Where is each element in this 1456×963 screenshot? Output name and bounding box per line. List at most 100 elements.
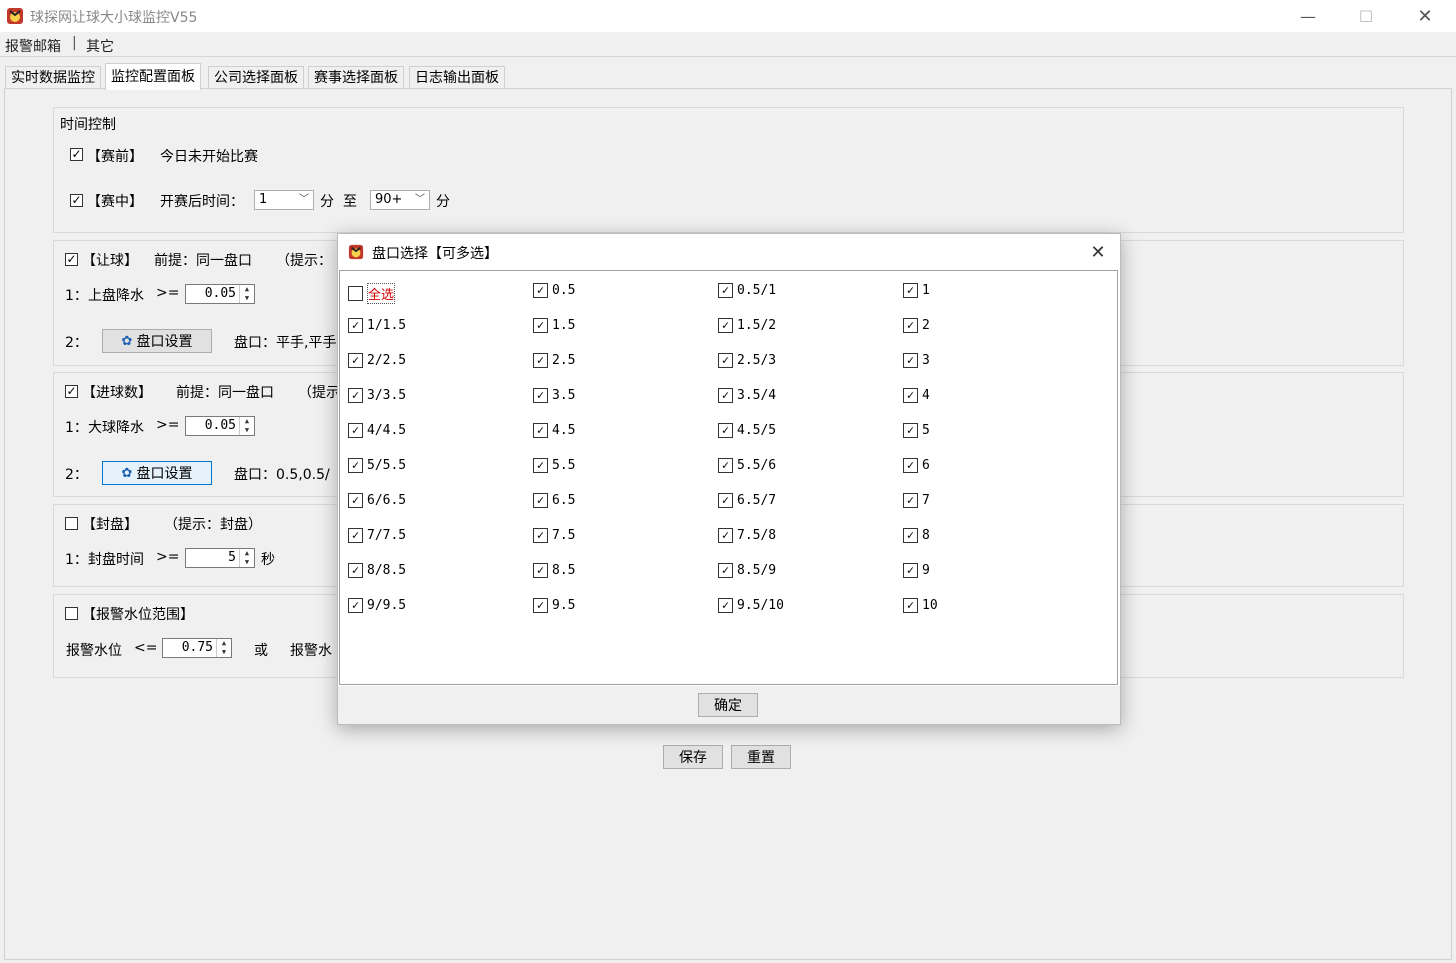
tab-realtime-monitor[interactable]: 实时数据监控 [5,66,101,89]
over-drop-stepper[interactable]: 0.05 ▲ ▼ [185,416,255,436]
odds-option[interactable]: ✓ 6 [903,458,930,473]
handicap-checkbox[interactable]: ✓ [65,253,78,266]
odds-option[interactable]: ✓ 1 [903,283,930,298]
select-all-option[interactable]: 全选 [348,283,396,304]
odds-option[interactable]: ✓ 1.5/2 [718,318,776,333]
option-checkbox[interactable]: ✓ [718,528,733,543]
tab-log-output[interactable]: 日志输出面板 [409,66,505,89]
spin-up-icon[interactable]: ▲ [217,639,231,648]
option-checkbox[interactable]: ✓ [903,423,918,438]
odds-option[interactable]: ✓ 5.5/6 [718,458,776,473]
odds-option[interactable]: ✓ 8/8.5 [348,563,406,578]
menu-item-alarm-email[interactable]: 报警邮箱 [5,36,61,56]
odds-option[interactable]: ✓ 4.5 [533,423,575,438]
option-checkbox[interactable]: ✓ [718,493,733,508]
odds-option[interactable]: ✓ 3/3.5 [348,388,406,403]
odds-option[interactable]: ✓ 6.5/7 [718,493,776,508]
odds-option[interactable]: ✓ 7 [903,493,930,508]
option-checkbox[interactable]: ✓ [533,318,548,333]
odds-option[interactable]: ✓ 5.5 [533,458,575,473]
inplay-to-select[interactable]: 90+ ﹀ [370,190,430,210]
spin-down-icon[interactable]: ▼ [240,294,254,303]
option-checkbox[interactable]: ✓ [718,318,733,333]
save-button[interactable]: 保存 [663,745,723,769]
option-checkbox[interactable]: ✓ [903,598,918,613]
prematch-checkbox[interactable]: ✓ [70,148,83,161]
odds-option[interactable]: ✓ 7/7.5 [348,528,406,543]
odds-option[interactable]: ✓ 5 [903,423,930,438]
dialog-close-button[interactable]: ✕ [1080,236,1116,268]
odds-option[interactable]: ✓ 4/4.5 [348,423,406,438]
option-checkbox[interactable]: ✓ [903,388,918,403]
option-checkbox[interactable]: ✓ [903,283,918,298]
spin-up-icon[interactable]: ▲ [240,285,254,294]
closed-checkbox[interactable] [65,517,78,530]
odds-option[interactable]: ✓ 5/5.5 [348,458,406,473]
option-checkbox[interactable]: ✓ [903,563,918,578]
confirm-button[interactable]: 确定 [698,693,758,717]
odds-option[interactable]: ✓ 4.5/5 [718,423,776,438]
odds-option[interactable]: ✓ 2/2.5 [348,353,406,368]
option-checkbox[interactable]: ✓ [718,353,733,368]
odds-option[interactable]: ✓ 9 [903,563,930,578]
option-checkbox[interactable]: ✓ [533,458,548,473]
option-checkbox[interactable]: ✓ [533,528,548,543]
option-checkbox[interactable]: ✓ [903,493,918,508]
tab-event-select[interactable]: 赛事选择面板 [308,66,404,89]
option-checkbox[interactable]: ✓ [718,598,733,613]
handicap-odds-settings-button[interactable]: ✿ 盘口设置 [102,329,212,353]
alarm-level-stepper[interactable]: 0.75 ▲ ▼ [162,638,232,658]
option-checkbox[interactable]: ✓ [348,353,363,368]
odds-option[interactable]: ✓ 3 [903,353,930,368]
option-checkbox[interactable]: ✓ [903,353,918,368]
odds-option[interactable]: ✓ 9.5/10 [718,598,784,613]
odds-option[interactable]: ✓ 1/1.5 [348,318,406,333]
odds-option[interactable]: ✓ 8 [903,528,930,543]
goals-checkbox[interactable]: ✓ [65,385,78,398]
spin-up-icon[interactable]: ▲ [240,417,254,426]
odds-option[interactable]: ✓ 8.5 [533,563,575,578]
odds-option[interactable]: ✓ 9/9.5 [348,598,406,613]
odds-option[interactable]: ✓ 6.5 [533,493,575,508]
option-checkbox[interactable]: ✓ [533,493,548,508]
odds-option[interactable]: ✓ 8.5/9 [718,563,776,578]
option-checkbox[interactable]: ✓ [348,388,363,403]
option-checkbox[interactable]: ✓ [718,423,733,438]
upper-drop-stepper[interactable]: 0.05 ▲ ▼ [185,284,255,304]
option-checkbox[interactable]: ✓ [348,563,363,578]
odds-option[interactable]: ✓ 6/6.5 [348,493,406,508]
odds-option[interactable]: ✓ 0.5 [533,283,575,298]
odds-option[interactable]: ✓ 3.5 [533,388,575,403]
odds-option[interactable]: ✓ 2 [903,318,930,333]
odds-option[interactable]: ✓ 2.5 [533,353,575,368]
odds-option[interactable]: ✓ 1.5 [533,318,575,333]
odds-option[interactable]: ✓ 4 [903,388,930,403]
odds-option[interactable]: ✓ 9.5 [533,598,575,613]
menu-item-other[interactable]: 其它 [86,36,114,56]
option-checkbox[interactable]: ✓ [348,423,363,438]
odds-option[interactable]: ✓ 0.5/1 [718,283,776,298]
spin-down-icon[interactable]: ▼ [240,426,254,435]
inplay-checkbox[interactable]: ✓ [70,194,83,207]
spin-down-icon[interactable]: ▼ [240,558,254,567]
odds-option[interactable]: ✓ 7.5 [533,528,575,543]
option-checkbox[interactable]: ✓ [348,458,363,473]
odds-option[interactable]: ✓ 10 [903,598,938,613]
option-checkbox[interactable]: ✓ [903,528,918,543]
maximize-button[interactable]: ☐ [1343,0,1389,32]
option-checkbox[interactable]: ✓ [348,598,363,613]
option-checkbox[interactable]: ✓ [533,563,548,578]
closed-time-stepper[interactable]: 5 ▲ ▼ [185,548,255,568]
alarm-checkbox[interactable] [65,607,78,620]
option-checkbox[interactable] [348,286,363,301]
option-checkbox[interactable]: ✓ [533,598,548,613]
option-checkbox[interactable]: ✓ [533,423,548,438]
spin-down-icon[interactable]: ▼ [217,648,231,657]
close-button[interactable]: ✕ [1402,0,1448,32]
option-checkbox[interactable]: ✓ [903,458,918,473]
option-checkbox[interactable]: ✓ [533,283,548,298]
option-checkbox[interactable]: ✓ [533,353,548,368]
option-checkbox[interactable]: ✓ [348,493,363,508]
odds-option[interactable]: ✓ 2.5/3 [718,353,776,368]
option-checkbox[interactable]: ✓ [718,388,733,403]
